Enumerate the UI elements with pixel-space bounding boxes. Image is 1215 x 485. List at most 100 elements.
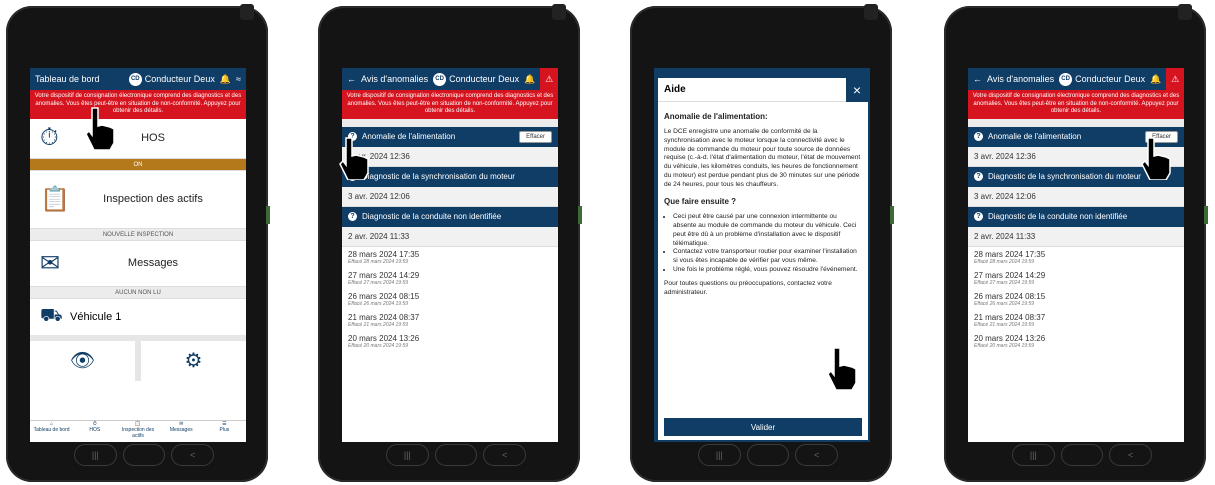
back-button[interactable]: <	[171, 444, 215, 466]
list-item: 21 mars 2024 08:37 Effacé 21 mars 2024 19…	[348, 312, 420, 328]
recent-apps-button[interactable]: |||	[74, 444, 117, 466]
recent-apps-button[interactable]: |||	[698, 444, 741, 466]
tap-hand-icon	[1141, 137, 1171, 180]
help-icon[interactable]: ?	[974, 132, 983, 141]
bottom-nav: ⌂ Tableau de bord ⏱ HOS 📋 Inspection des ac…	[30, 420, 246, 442]
nav-dashboard[interactable]: ⌂ Tableau de bord	[30, 421, 73, 442]
home-button[interactable]	[434, 444, 478, 466]
hardware-buttons: ||| <	[1012, 444, 1153, 466]
page-title: Avis d'anomalies	[987, 74, 1055, 84]
list-item: 28 mars 2024 17:35 Effacé 28 mars 2024 19…	[348, 249, 420, 265]
messages-tile[interactable]: ✉ Messages	[30, 240, 246, 287]
list-item: Contactez votre transporteur routier pou…	[673, 248, 862, 266]
tablet-device-4: ← Avis d'anomalies CD Conducteur Deux 🔔 ⚠…	[944, 4, 1208, 482]
page-title: Tableau de bord	[35, 74, 100, 84]
section-date: 3 avr. 2024 12:36	[342, 146, 558, 167]
nav-more[interactable]: ☰ Plus	[203, 421, 246, 442]
noncompliance-banner[interactable]: Votre dispositif de consignation électro…	[968, 90, 1184, 119]
section-label: Anomalie de l'alimentation	[362, 132, 456, 141]
bell-icon[interactable]: 🔔	[1150, 74, 1161, 85]
messages-label: Messages	[127, 257, 179, 269]
wifi-icon: ≈	[236, 74, 241, 84]
clipboard-check-icon: 📋	[40, 185, 70, 213]
bell-icon[interactable]: 🔔	[220, 74, 231, 85]
stage: Tableau de bord CD Conducteur Deux 🔔 ≈ Vo…	[0, 0, 1215, 485]
nav-hos[interactable]: ⏱ HOS	[73, 421, 116, 442]
power-knob	[864, 4, 878, 20]
eye-search-icon[interactable]: 👁	[30, 340, 135, 381]
side-button	[578, 206, 582, 224]
avatar: CD	[433, 72, 447, 86]
bell-icon[interactable]: 🔔	[524, 74, 535, 85]
section-label: Diagnostic de la conduite non identifiée	[362, 212, 502, 221]
recent-apps-button[interactable]: |||	[386, 444, 429, 466]
warning-icon[interactable]: ⚠	[540, 68, 558, 90]
close-icon[interactable]: ×	[846, 78, 868, 102]
recent-apps-button[interactable]: |||	[1012, 444, 1055, 466]
home-button[interactable]	[1060, 444, 1104, 466]
truck-icon: ⛟	[40, 304, 63, 325]
page-title: Avis d'anomalies	[361, 74, 429, 84]
help-icon[interactable]: ?	[974, 172, 983, 181]
driver-badge[interactable]: CD Conducteur Deux	[1059, 72, 1146, 86]
section-engine-sync: ? Diagnostic de la synchronisation du mo…	[342, 166, 558, 187]
section-label: Diagnostic de la synchronisation du mote…	[362, 172, 515, 181]
back-button[interactable]: <	[483, 444, 527, 466]
driver-name: Conducteur Deux	[1075, 74, 1146, 84]
tap-hand-icon	[85, 107, 115, 150]
back-button[interactable]: <	[795, 444, 839, 466]
help-footer: Pour toutes questions ou préoccupations,…	[664, 280, 832, 296]
messages-status: AUCUN NON LU	[30, 286, 246, 299]
list-item: Ceci peut être causé par une connexion i…	[673, 213, 862, 249]
list-item: 28 mars 2024 17:35 Effacé 28 mars 2024 19…	[974, 249, 1046, 265]
side-button	[890, 206, 894, 224]
anomalies-screen: ← Avis d'anomalies CD Conducteur Deux 🔔 ⚠…	[342, 68, 558, 442]
validate-button[interactable]: Valider	[664, 418, 862, 436]
help-text: Le DCE enregistre une anomalie de confor…	[664, 127, 861, 189]
section-date: 3 avr. 2024 12:06	[342, 186, 558, 207]
vehicle-label: Véhicule 1	[70, 310, 122, 323]
section-label: Anomalie de l'alimentation	[988, 132, 1082, 141]
list-item: 26 mars 2024 08:15 Effacé 26 mars 2024 19…	[348, 291, 420, 307]
app-header: Tableau de bord CD Conducteur Deux 🔔 ≈	[30, 68, 246, 90]
hardware-buttons: ||| <	[698, 444, 839, 466]
driver-badge[interactable]: CD Conducteur Deux	[433, 72, 519, 86]
inspection-tile[interactable]: 📋 Inspection des actifs	[30, 170, 246, 229]
dashboard-screen: Tableau de bord CD Conducteur Deux 🔔 ≈ Vo…	[30, 68, 246, 442]
nav-messages[interactable]: ✉ Messages	[160, 421, 203, 442]
hardware-buttons: ||| <	[74, 444, 215, 466]
gear-icon[interactable]: ⚙	[141, 340, 246, 381]
vehicle-tile[interactable]: ⛟ Véhicule 1	[30, 298, 246, 341]
back-arrow-icon[interactable]: ←	[347, 74, 356, 84]
noncompliance-banner[interactable]: Votre dispositif de consignation électro…	[30, 90, 246, 119]
warning-icon[interactable]: ⚠	[1166, 68, 1184, 90]
tablet-device-1: Tableau de bord CD Conducteur Deux 🔔 ≈ Vo…	[6, 4, 270, 482]
nav-inspection[interactable]: 📋 Inspection des actifs	[116, 421, 159, 442]
hardware-buttons: ||| <	[386, 444, 527, 466]
erase-button[interactable]: Effacer	[519, 130, 552, 143]
modal-body: Anomalie de l'alimentation: Le DCE enreg…	[658, 102, 868, 304]
noncompliance-banner[interactable]: Votre dispositif de consignation électro…	[342, 90, 558, 119]
tablet-device-2: ← Avis d'anomalies CD Conducteur Deux 🔔 ⚠…	[318, 4, 582, 482]
inspection-status: NOUVELLE INSPECTION	[30, 228, 246, 241]
side-button	[1204, 206, 1208, 224]
list-item: Une fois le problème réglé, vous pouvez …	[673, 266, 862, 275]
home-button[interactable]	[122, 444, 166, 466]
hos-tile[interactable]: ⏱ HOS	[30, 118, 246, 159]
back-arrow-icon[interactable]: ←	[973, 74, 982, 84]
home-button[interactable]	[746, 444, 790, 466]
anomalies-screen-updated: ← Avis d'anomalies CD Conducteur Deux 🔔 ⚠…	[968, 68, 1184, 442]
list-item: 20 mars 2024 13:26 Effacé 20 mars 2024 19…	[974, 333, 1046, 349]
driver-badge[interactable]: CD Conducteur Deux	[128, 72, 215, 86]
tap-hand-icon	[827, 347, 857, 390]
power-knob	[240, 4, 254, 20]
list-item: 26 mars 2024 08:15 Effacé 26 mars 2024 19…	[974, 291, 1046, 307]
tablet-device-3: Aide × Anomalie de l'alimentation: Le DC…	[630, 4, 894, 482]
back-button[interactable]: <	[1109, 444, 1153, 466]
app-header: ← Avis d'anomalies CD Conducteur Deux 🔔 ⚠	[342, 68, 558, 90]
help-icon[interactable]: ?	[348, 212, 357, 221]
avatar: CD	[128, 72, 142, 86]
avatar: CD	[1059, 72, 1073, 86]
help-icon[interactable]: ?	[974, 212, 983, 221]
stopwatch-icon: ⏱	[40, 124, 59, 151]
